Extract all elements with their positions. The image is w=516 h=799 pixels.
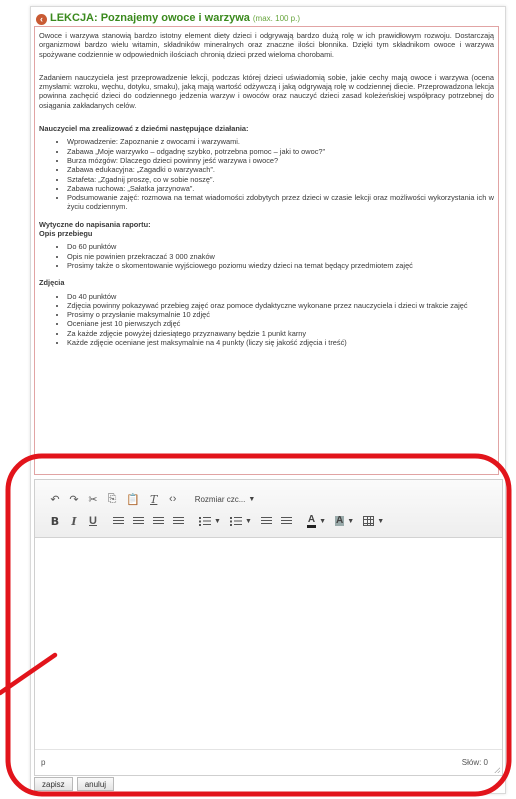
list-item: Do 40 punktów xyxy=(67,292,494,301)
list-item: Prosimy o przysłanie maksymalnie 10 zdję… xyxy=(67,310,494,319)
font-size-label: Rozmiar czc... xyxy=(194,494,246,504)
brief-task: Zadaniem nauczyciela jest przeprowadzeni… xyxy=(39,72,494,110)
table-icon[interactable]: ▼ xyxy=(360,512,387,530)
lesson-title: LEKCJA: Poznajemy owoce i warzywa xyxy=(50,12,250,24)
lesson-brief: Owoce i warzywa stanowią bardzo istotny … xyxy=(34,26,499,475)
list-item: Prosimy także o skomentowanie wyjścioweg… xyxy=(67,261,494,270)
list-item: Oceniane jest 10 pierwszych zdjęć xyxy=(67,319,494,328)
list-item: Zdjęcia powinny pokazywać przebieg zajęć… xyxy=(67,301,494,310)
list-item: Sztafeta: „Zgadnij proszę, co w sobie no… xyxy=(67,175,494,184)
align-right-icon[interactable] xyxy=(150,512,167,530)
source-code-icon[interactable]: ‹› xyxy=(165,490,181,508)
redo-icon[interactable]: ↷ xyxy=(66,490,82,508)
list-item: Burza mózgów: Dlaczego dzieci powinny je… xyxy=(67,156,494,165)
editor-toolbar: ↶ ↷ ✂ ⎘ 📋 T ‹› Rozmiar czc... ▼ B I U ▼ … xyxy=(35,480,502,538)
activities-list: Wprowadzenie: Zapoznanie z owocami i war… xyxy=(39,137,494,211)
toolbar-row-1: ↶ ↷ ✂ ⎘ 📋 T ‹› Rozmiar czc... ▼ xyxy=(47,488,260,510)
align-center-icon[interactable] xyxy=(130,512,147,530)
toolbar-row-2: B I U ▼ ▼ A ▼ A ▼ ▼ xyxy=(47,510,390,532)
description-list: Do 60 punktów Opis nie powinien przekrac… xyxy=(39,242,494,270)
numbered-list-icon[interactable]: ▼ xyxy=(227,512,255,530)
italic-button[interactable]: I xyxy=(66,512,82,530)
rich-text-editor: ↶ ↷ ✂ ⎘ 📋 T ‹› Rozmiar czc... ▼ B I U ▼ … xyxy=(34,479,503,776)
underline-button[interactable]: U xyxy=(85,512,101,530)
list-item: Wprowadzenie: Zapoznanie z owocami i war… xyxy=(67,137,494,146)
list-item: Za każde zdjęcie powyżej dziesiątego prz… xyxy=(67,329,494,338)
list-item: Podsumowanie zajęć: rozmowa na temat wia… xyxy=(67,193,494,212)
lesson-header: ‹ LEKCJA: Poznajemy owoce i warzywa (max. … xyxy=(36,11,506,25)
indent-icon[interactable] xyxy=(278,512,295,530)
save-button[interactable]: zapisz xyxy=(34,777,73,791)
activities-heading: Nauczyciel ma zrealizować z dziećmi nast… xyxy=(39,124,249,134)
element-path[interactable]: p xyxy=(41,758,45,767)
chevron-down-icon: ▼ xyxy=(248,495,256,503)
cancel-button[interactable]: anuluj xyxy=(76,777,115,791)
list-item: Zabawa edukacyjna: „Zagadki o warzywach”… xyxy=(67,165,494,174)
list-item: Opis nie powinien przekraczać 3 000 znak… xyxy=(67,252,494,261)
outdent-icon[interactable] xyxy=(258,512,275,530)
lesson-points: (max. 100 p.) xyxy=(252,14,301,23)
undo-icon[interactable]: ↶ xyxy=(47,490,63,508)
copy-icon[interactable]: ⎘ xyxy=(104,490,120,508)
list-item: Zabawa ruchowa: „Sałatka jarzynowa”. xyxy=(67,184,494,193)
align-justify-icon[interactable] xyxy=(170,512,187,530)
bullet-list-icon[interactable]: ▼ xyxy=(196,512,224,530)
editor-content-area[interactable] xyxy=(35,538,502,748)
background-color-button[interactable]: A ▼ xyxy=(332,512,357,530)
word-count: Słów: 0 xyxy=(461,758,488,767)
clear-formatting-icon[interactable]: T xyxy=(146,490,162,508)
form-actions: zapisz anuluj xyxy=(34,777,115,791)
resize-handle-icon[interactable] xyxy=(494,767,500,773)
brief-intro: Owoce i warzywa stanowią bardzo istotny … xyxy=(39,31,494,59)
bold-button[interactable]: B xyxy=(47,512,63,530)
font-size-select[interactable]: Rozmiar czc... ▼ xyxy=(190,490,261,508)
photos-list: Do 40 punktów Zdjęcia powinny pokazywać … xyxy=(39,292,494,348)
list-item: Każde zdjęcie oceniane jest maksymalnie … xyxy=(67,338,494,347)
editor-statusbar: p Słów: 0 xyxy=(35,749,502,775)
lesson-expand-icon[interactable]: ‹ xyxy=(36,14,47,25)
background-color-icon: A xyxy=(335,515,345,526)
photos-heading: Zdjęcia xyxy=(39,278,65,288)
list-item: Do 60 punktów xyxy=(67,242,494,251)
paste-icon[interactable]: 📋 xyxy=(123,490,143,508)
lesson-page: ‹ LEKCJA: Poznajemy owoce i warzywa (max. … xyxy=(30,6,506,794)
cut-icon[interactable]: ✂ xyxy=(85,490,101,508)
text-color-icon: A xyxy=(306,514,317,528)
description-heading: Opis przebiegu xyxy=(39,229,93,239)
guidelines-heading: Wytyczne do napisania raportu: xyxy=(39,219,151,229)
text-color-button[interactable]: A ▼ xyxy=(304,512,329,530)
list-item: Zabawa „Moje warzywko – odgadnę szybko, … xyxy=(67,147,494,156)
align-left-icon[interactable] xyxy=(110,512,127,530)
